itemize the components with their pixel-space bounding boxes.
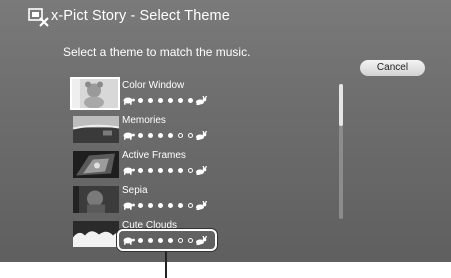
speed-dot-empty (187, 132, 193, 138)
theme-thumbnail (73, 151, 119, 178)
rabbit-icon (196, 95, 208, 105)
speed-dot-filled (147, 167, 153, 173)
scrollbar-thumb[interactable] (339, 84, 343, 126)
speed-dot-empty (187, 167, 193, 173)
speed-dot-filled (157, 167, 163, 173)
speed-dot-filled (157, 97, 163, 103)
theme-thumbnail (73, 186, 119, 213)
speed-dot-filled (147, 97, 153, 103)
speed-dot-filled (157, 202, 163, 208)
rabbit-icon (196, 200, 208, 210)
speed-indicator-callout (117, 229, 217, 251)
theme-thumbnail (70, 77, 120, 110)
speed-dot-filled (147, 202, 153, 208)
instruction-text: Select a theme to match the music. (63, 45, 251, 59)
theme-item[interactable]: Color Window (70, 77, 340, 113)
theme-name: Active Frames (122, 150, 186, 161)
speed-indicator (122, 129, 208, 141)
speed-dot-filled (137, 97, 143, 103)
theme-thumbnail (73, 116, 119, 143)
speed-dot-filled (137, 167, 143, 173)
turtle-icon (123, 97, 135, 105)
speed-dot-filled (137, 202, 143, 208)
speed-dot-filled (167, 132, 173, 138)
speed-dot-filled (187, 97, 193, 103)
speed-dot-filled (177, 167, 183, 173)
select-theme-screen: x-Pict Story - Select Theme Select a the… (0, 0, 451, 262)
theme-name: Memories (122, 115, 166, 126)
speed-dot-empty (177, 132, 183, 138)
theme-name: Color Window (122, 80, 185, 91)
theme-list: Color Window Memories Active Frames Sepia Cu… (70, 77, 340, 247)
theme-name: Sepia (122, 185, 148, 196)
speed-dot-filled (137, 132, 143, 138)
rabbit-icon (196, 165, 208, 175)
speed-dot-filled (167, 202, 173, 208)
speed-dot-filled (167, 97, 173, 103)
speed-dot-filled (147, 132, 153, 138)
speed-indicator (122, 94, 208, 106)
speed-dot-empty (187, 202, 193, 208)
page-title: x-Pict Story - Select Theme (51, 8, 230, 24)
speed-dot-filled (167, 167, 173, 173)
speed-indicator (122, 199, 208, 211)
turtle-icon (123, 167, 135, 175)
turtle-icon (123, 132, 135, 140)
cancel-button[interactable]: Cancel (360, 60, 425, 76)
theme-item[interactable]: Active Frames (70, 147, 340, 183)
speed-indicator (122, 164, 208, 176)
rabbit-icon (196, 130, 208, 140)
theme-item[interactable]: Memories (70, 112, 340, 148)
turtle-icon (123, 202, 135, 210)
speed-dot-filled (177, 97, 183, 103)
theme-thumbnail (73, 221, 119, 247)
x-pict-story-icon (28, 8, 49, 27)
theme-item[interactable]: Sepia (70, 182, 340, 218)
speed-dot-filled (177, 202, 183, 208)
callout-leader-line (165, 251, 167, 278)
speed-dot-filled (157, 132, 163, 138)
